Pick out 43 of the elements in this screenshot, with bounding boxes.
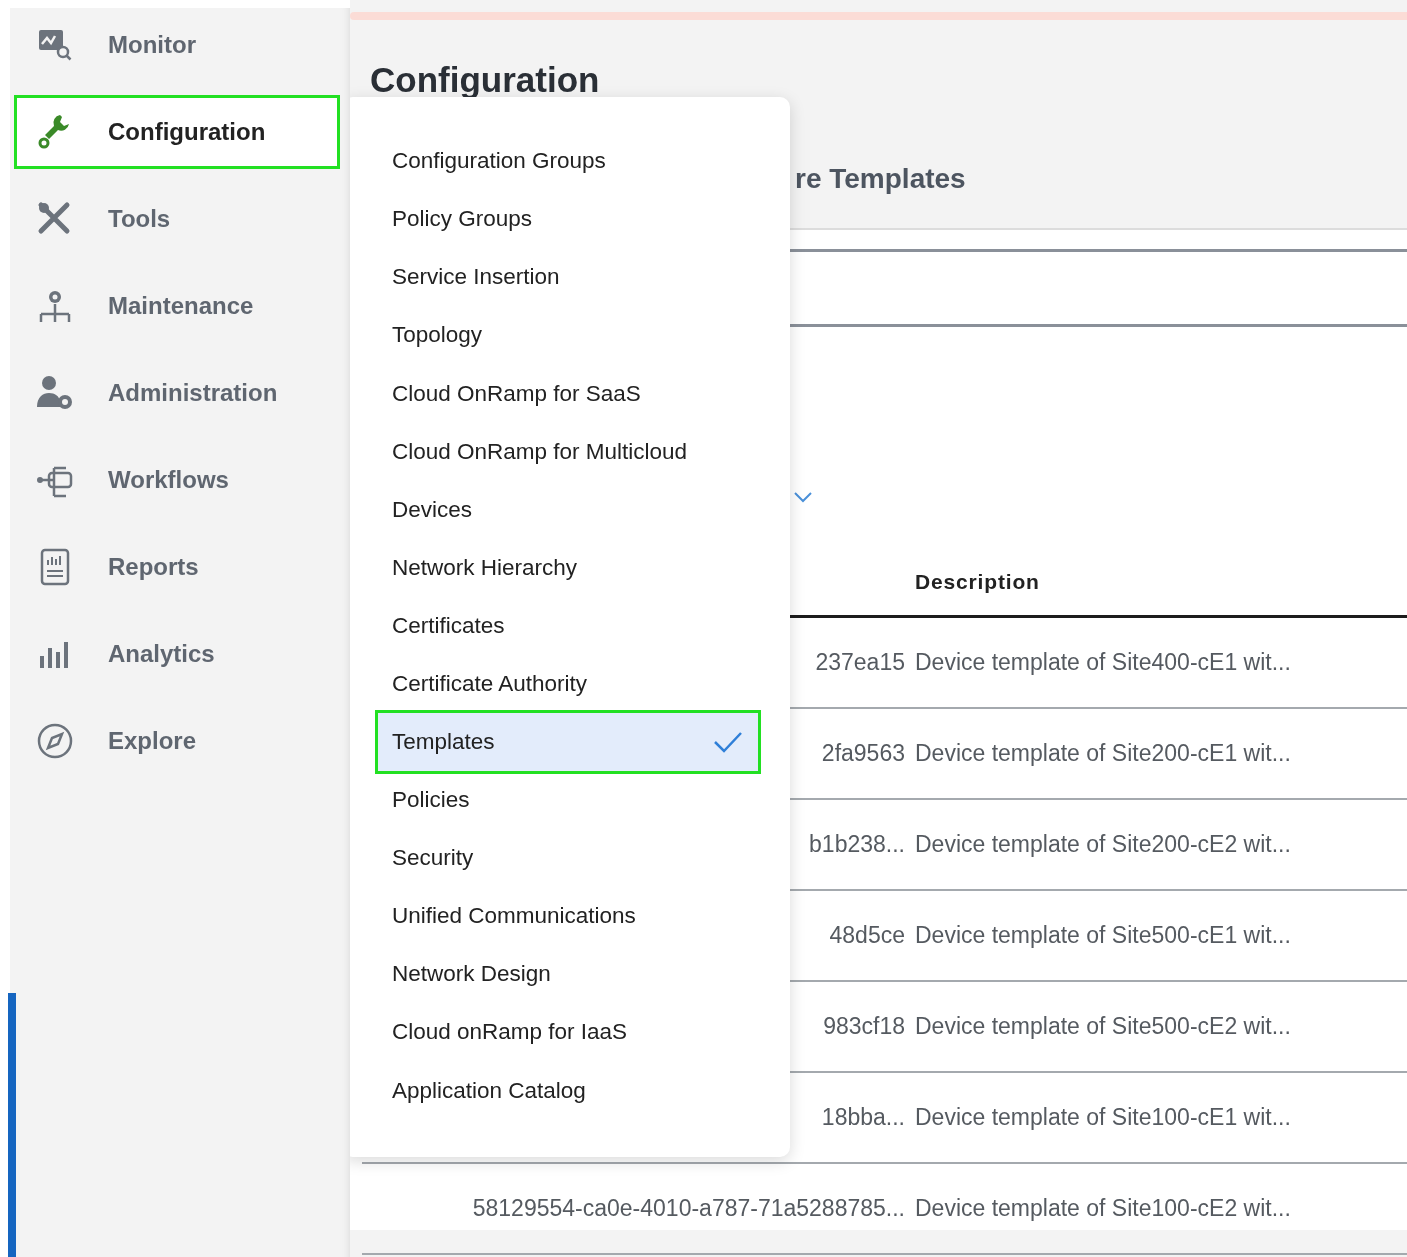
table-cell-text: 2fa9563 [821,739,905,769]
table-cell-text: Device template of Site400-cE1 wit... [915,648,1292,678]
table-cell-text: Device template of Site100-cE2 wit... [915,1194,1292,1224]
table-cell-text: b1b238... [809,830,905,860]
table-cell-text: Device template of Site500-cE2 wit... [915,1012,1292,1042]
menu-item[interactable]: Unified Communications [375,887,761,946]
menu-item[interactable]: Policy Groups [375,190,761,249]
compass-icon [35,721,75,761]
menu-item[interactable]: Configuration Groups [375,132,761,191]
sidebar-item[interactable]: Maintenance [14,269,340,343]
menu-item[interactable]: Application Catalog [375,1061,761,1120]
sidebar-item[interactable]: Analytics [14,617,340,691]
chevron-down-icon[interactable] [793,490,813,504]
menu-item[interactable]: Security [375,829,761,888]
table-cell-text: 58129554-ca0e-4010-a787-71a5288785... [472,1194,905,1224]
menu-item[interactable]: Certificates [375,596,761,655]
table-cell-text: 237ea15 [815,648,905,678]
table-cell-text: Device template of Site100-cE1 wit... [915,1103,1292,1133]
menu-item[interactable]: Service Insertion [375,248,761,307]
sidebar-item[interactable]: Administration [14,356,340,430]
table-cell-text: Device template of Site200-cE1 wit... [915,739,1292,769]
sidebar-item[interactable]: Monitor [14,8,340,82]
menu-item[interactable]: Network Hierarchy [375,538,761,597]
column-header[interactable]: Description [915,565,1395,598]
menu-item[interactable]: Cloud OnRamp for Multicloud [375,422,761,481]
page-title: Configuration [370,59,600,101]
menu-item[interactable]: Devices [375,480,761,539]
sidebar-item[interactable]: Workflows [14,443,340,517]
table-cell-text: 18bba... [821,1103,905,1133]
menu-item[interactable]: Templates [375,709,761,774]
tab[interactable]: re Templates [795,158,966,200]
table-cell-text: 48d5ce [829,921,905,951]
menu-item[interactable]: Cloud OnRamp for SaaS [375,364,761,423]
menu-item[interactable]: Network Design [375,945,761,1004]
sidebar-item[interactable]: Tools [14,182,340,256]
menu-item[interactable]: Topology [375,306,761,365]
table-cell-text: Device template of Site500-cE1 wit... [915,921,1292,951]
menu-item[interactable]: Cloud onRamp for IaaS [375,1003,761,1062]
sidebar-item[interactable]: Reports [14,530,340,604]
table-cell-text: 983cf18 [823,1012,905,1042]
sidebar-item[interactable]: Configuration [14,95,340,169]
sidebar-item[interactable]: Explore [14,704,340,778]
table-cell-text: Device template of Site200-cE2 wit... [915,830,1292,860]
